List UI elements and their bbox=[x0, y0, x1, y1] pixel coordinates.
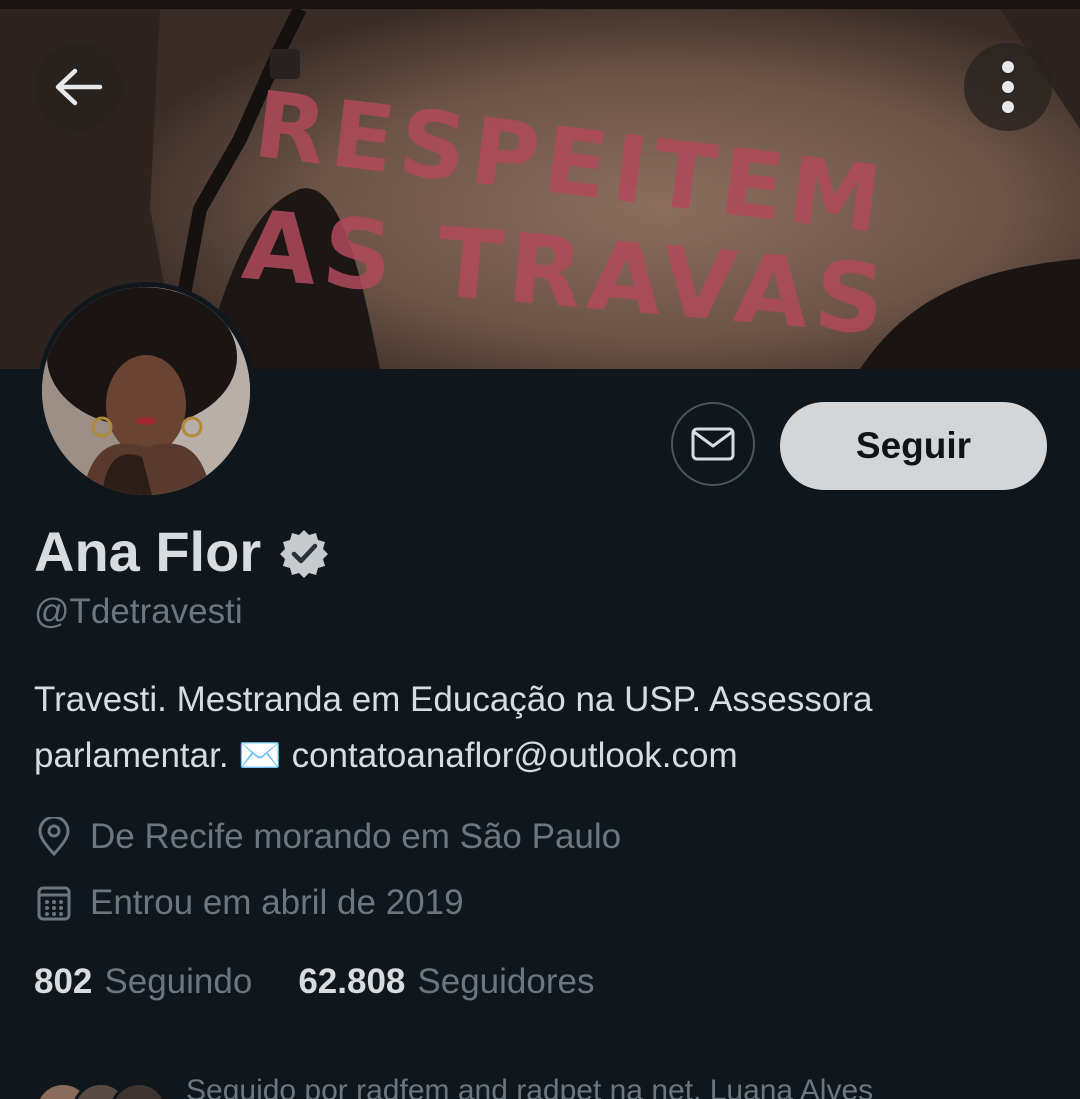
followed-by-avatars bbox=[34, 1074, 174, 1099]
joined-text: Entrou em abril de 2019 bbox=[90, 883, 464, 922]
followed-by-row[interactable]: Seguido por radfem and radpet na net, Lu… bbox=[34, 1074, 873, 1099]
follow-stats: 802 Seguindo 62.808 Seguidores bbox=[34, 962, 594, 1002]
arrow-left-icon bbox=[55, 68, 103, 106]
following-link[interactable]: 802 Seguindo bbox=[34, 962, 252, 1002]
location-row: De Recife morando em São Paulo bbox=[34, 812, 621, 862]
joined-row: Entrou em abril de 2019 bbox=[34, 878, 464, 928]
following-label: Seguindo bbox=[104, 962, 253, 1001]
status-strip bbox=[0, 0, 1080, 9]
followers-count: 62.808 bbox=[298, 962, 406, 1001]
message-button[interactable] bbox=[671, 402, 755, 486]
followed-by-text: Seguido por radfem and radpet na net, Lu… bbox=[186, 1074, 874, 1099]
avatar bbox=[110, 1082, 168, 1099]
calendar-icon bbox=[34, 883, 74, 923]
verified-badge-icon bbox=[280, 530, 329, 578]
profile-bio: Travesti. Mestranda em Educação na USP. … bbox=[34, 672, 1044, 784]
username-handle: @Tdetravesti bbox=[34, 592, 243, 631]
location-pin-icon bbox=[34, 817, 74, 857]
more-vertical-icon bbox=[1002, 61, 1014, 113]
location-text: De Recife morando em São Paulo bbox=[90, 817, 622, 856]
followers-link[interactable]: 62.808 Seguidores bbox=[298, 962, 594, 1002]
envelope-icon bbox=[691, 427, 735, 461]
profile-page: RESPEITEM AS TRAVAS Seguir Ana Flor @Tde… bbox=[0, 0, 1080, 1099]
bio-line-1: Travesti. Mestranda em Educação na USP. … bbox=[34, 680, 873, 719]
profile-avatar[interactable] bbox=[37, 282, 255, 500]
back-button[interactable] bbox=[34, 43, 122, 131]
avatar-photo bbox=[42, 287, 250, 495]
followers-label: Seguidores bbox=[417, 962, 595, 1001]
more-options-button[interactable] bbox=[964, 43, 1052, 131]
display-name: Ana Flor bbox=[34, 519, 262, 583]
bio-line-2: parlamentar. ✉️ contatoanaflor@outlook.c… bbox=[34, 736, 738, 775]
following-count: 802 bbox=[34, 962, 93, 1001]
display-name-row: Ana Flor bbox=[34, 515, 329, 587]
follow-button[interactable]: Seguir bbox=[780, 402, 1047, 490]
